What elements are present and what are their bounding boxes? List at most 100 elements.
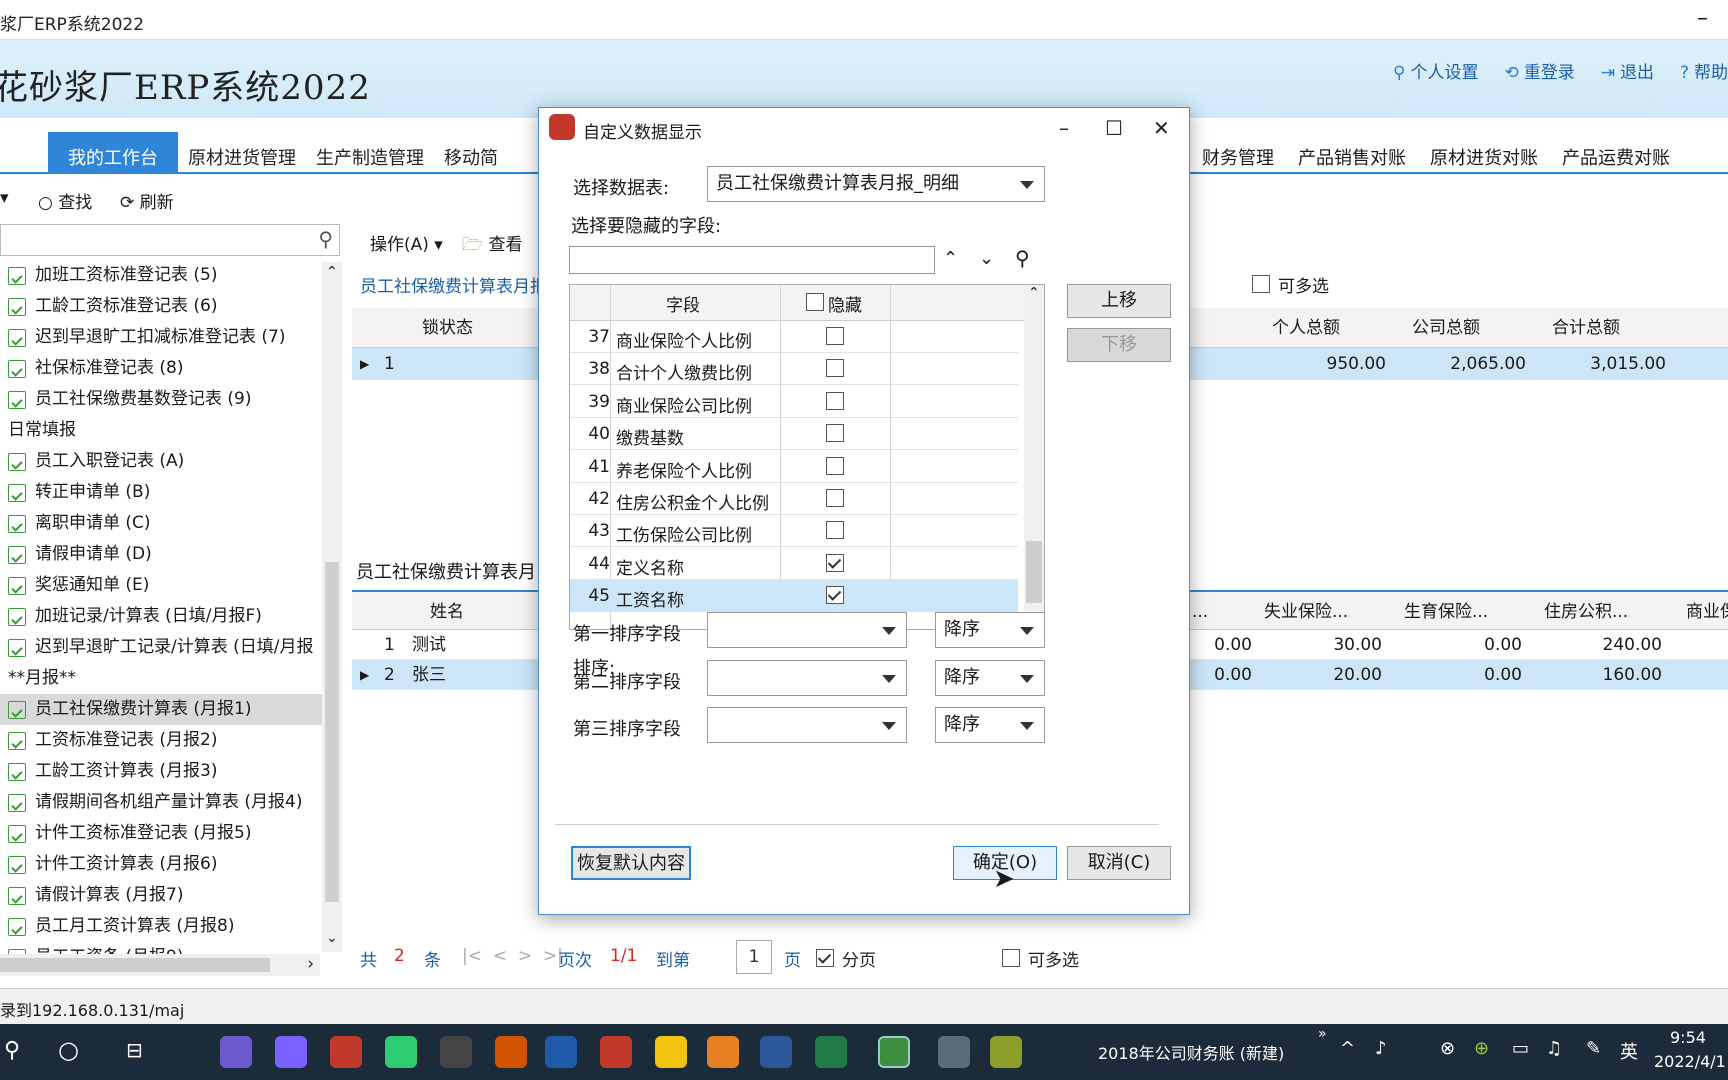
view-button[interactable]: 🗁 查看 [462, 230, 523, 261]
nav-tab-right[interactable]: 产品销售对账 [1298, 144, 1406, 170]
word-icon[interactable] [760, 1036, 792, 1068]
pager-goto-input[interactable]: 1 [736, 940, 772, 974]
taskview-icon[interactable]: ⊟ [126, 1038, 143, 1062]
restore-default-button[interactable]: 恢复默认内容 [571, 846, 691, 880]
field-row[interactable]: 45 工资名称 [570, 580, 1018, 613]
tree-hscrollbar[interactable]: › [0, 954, 320, 976]
tree-item[interactable]: 请假计算表 (月报7) [0, 880, 322, 911]
sort-field-select[interactable] [707, 659, 907, 696]
col-h1[interactable]: ... [1192, 592, 1208, 629]
table-select[interactable]: 员工社保缴费计算表月报_明细 [707, 166, 1045, 202]
tray-icon[interactable]: ⊗ [1440, 1038, 1455, 1059]
multi-select-toggle[interactable]: 可多选 [1252, 272, 1329, 297]
cortana-icon[interactable]: ○ [58, 1036, 79, 1064]
app3-icon[interactable] [330, 1036, 362, 1068]
tree-item[interactable]: 加班工资标准登记表 (5) [0, 260, 322, 291]
sort-order-select[interactable]: 降序 [935, 612, 1045, 648]
pen-icon[interactable]: ✎ [1586, 1038, 1601, 1059]
col-unemployment[interactable]: 失业保险... [1264, 592, 1348, 629]
refresh-button[interactable]: ⟳ 刷新 [120, 188, 174, 213]
app2-icon[interactable] [275, 1036, 307, 1068]
tree-scrollbar[interactable]: ⌃ ⌄ [322, 262, 342, 952]
col-commercial[interactable]: 商业保 [1686, 592, 1728, 629]
cancel-button[interactable]: 取消(C) [1067, 846, 1171, 880]
sort-field-select[interactable] [707, 707, 907, 743]
field-row[interactable]: 42 住房公积金个人比例 [570, 483, 1018, 515]
clock-date[interactable]: 2022/4/1 [1654, 1052, 1726, 1071]
hide-all-checkbox[interactable] [806, 293, 824, 311]
field-row[interactable]: 37 商业保险个人比例 [570, 321, 1018, 353]
tree-item[interactable]: 奖惩通知单 (E) [0, 570, 322, 601]
scroll-up-icon[interactable]: ⌃ [1028, 285, 1040, 301]
mic-icon[interactable]: ♪ [1375, 1038, 1387, 1059]
pager-nav-icons[interactable]: |< < > >| [462, 946, 563, 966]
field-row[interactable]: 41 养老保险个人比例 [570, 451, 1018, 483]
nav-tab[interactable]: 生产制造管理 [306, 132, 434, 174]
nav-tab-right[interactable]: 原材进货对账 [1430, 144, 1538, 170]
nav-tab[interactable]: 移动简 [434, 132, 508, 174]
top-link[interactable]: ⚲ 个人设置 [1393, 58, 1478, 83]
minimize-button[interactable]: – [1697, 6, 1708, 31]
field-row[interactable]: 39 商业保险公司比例 [570, 386, 1018, 418]
hide-checkbox[interactable] [826, 553, 844, 572]
tree-item[interactable]: 工龄工资计算表 (月报3) [0, 756, 322, 787]
hide-checkbox[interactable] [826, 456, 844, 475]
nav-tab-right[interactable]: 产品运费对账 [1562, 144, 1670, 170]
hide-checkbox[interactable] [826, 489, 844, 507]
network-icon[interactable]: ▭ [1512, 1038, 1529, 1059]
scroll-thumb[interactable] [325, 562, 339, 902]
dropdown-arrow[interactable]: ▾ [0, 188, 9, 208]
chevron-up-icon[interactable]: ⌃ [943, 248, 958, 269]
search-icon[interactable]: ⚲ [318, 227, 333, 251]
field-row[interactable]: 40 缴费基数 [570, 418, 1018, 451]
multi-select-checkbox[interactable] [1252, 275, 1270, 293]
top-link[interactable]: ? 帮助 [1680, 58, 1728, 83]
tree-item[interactable]: 离职申请单 (C) [0, 508, 322, 539]
tree-item[interactable]: 工龄工资标准登记表 (6) [0, 291, 322, 322]
find-button[interactable]: ○ 查找 [38, 188, 92, 213]
field-row[interactable]: 38 合计个人缴费比例 [570, 353, 1018, 386]
search-icon[interactable]: ⚲ [1015, 246, 1030, 270]
close-icon[interactable]: ✕ [1153, 116, 1170, 140]
nav-tab-right[interactable]: 财务管理 [1202, 144, 1274, 170]
operation-menu[interactable]: 操作(A) ▾ [370, 230, 443, 255]
tree-item[interactable]: 员工社保缴费基数登记表 (9) [0, 384, 322, 415]
nav-tab[interactable]: 原材进货管理 [178, 132, 306, 174]
sort-order-select[interactable]: 降序 [935, 707, 1045, 743]
fields-scroll-thumb[interactable] [1026, 541, 1042, 603]
hide-checkbox[interactable] [826, 521, 844, 540]
tree-item[interactable]: 员工社保缴费计算表 (月报1) [0, 694, 322, 725]
move-up-button[interactable]: 上移 [1067, 284, 1171, 318]
tree-item[interactable]: 转正申请单 (B) [0, 477, 322, 508]
tree-item[interactable]: 请假申请单 (D) [0, 539, 322, 570]
tree-item[interactable]: 工资标准登记表 (月报2) [0, 725, 322, 756]
tree-search-input[interactable]: ⚲ [0, 224, 340, 256]
col-company-total[interactable]: 公司总额 [1412, 308, 1480, 347]
field-filter-input[interactable] [569, 246, 935, 274]
col-housing[interactable]: 住房公积... [1544, 592, 1628, 629]
col-lock[interactable]: 锁状态 [422, 308, 473, 347]
app15-icon[interactable] [990, 1036, 1022, 1068]
ime-indicator[interactable]: 英 [1620, 1038, 1638, 1064]
move-down-button[interactable]: 下移 [1067, 328, 1171, 362]
pager-multi-checkbox[interactable] [1002, 949, 1020, 967]
tree-group-header[interactable]: **月报** [0, 663, 322, 694]
hide-checkbox[interactable] [826, 359, 844, 378]
scroll-right-icon[interactable]: › [307, 954, 314, 974]
minimize-icon[interactable]: – [1059, 116, 1069, 140]
fields-scrollbar[interactable]: ⌃ ⌄ [1024, 285, 1044, 629]
excel2-icon[interactable] [878, 1036, 910, 1068]
tree-item[interactable]: 社保标准登记表 (8) [0, 353, 322, 384]
tree-item[interactable]: 员工月工资计算表 (月报8) [0, 911, 322, 942]
tree-item[interactable]: 员工入职登记表 (A) [0, 446, 322, 477]
field-row[interactable]: 43 工伤保险公司比例 [570, 515, 1018, 548]
paging-checkbox[interactable] [816, 949, 834, 967]
app8-icon[interactable] [600, 1036, 632, 1068]
top-link[interactable]: ⇥ 退出 [1601, 58, 1654, 83]
taskbar-app-label[interactable]: 2018年公司财务账 (新建) [1098, 1040, 1284, 1064]
tree-item[interactable]: 加班记录/计算表 (日填/月报F) [0, 601, 322, 632]
app10-icon[interactable] [707, 1036, 739, 1068]
hide-checkbox[interactable] [826, 327, 844, 345]
chevron-down-icon[interactable]: ⌄ [979, 248, 994, 269]
calc-icon[interactable] [938, 1036, 970, 1068]
